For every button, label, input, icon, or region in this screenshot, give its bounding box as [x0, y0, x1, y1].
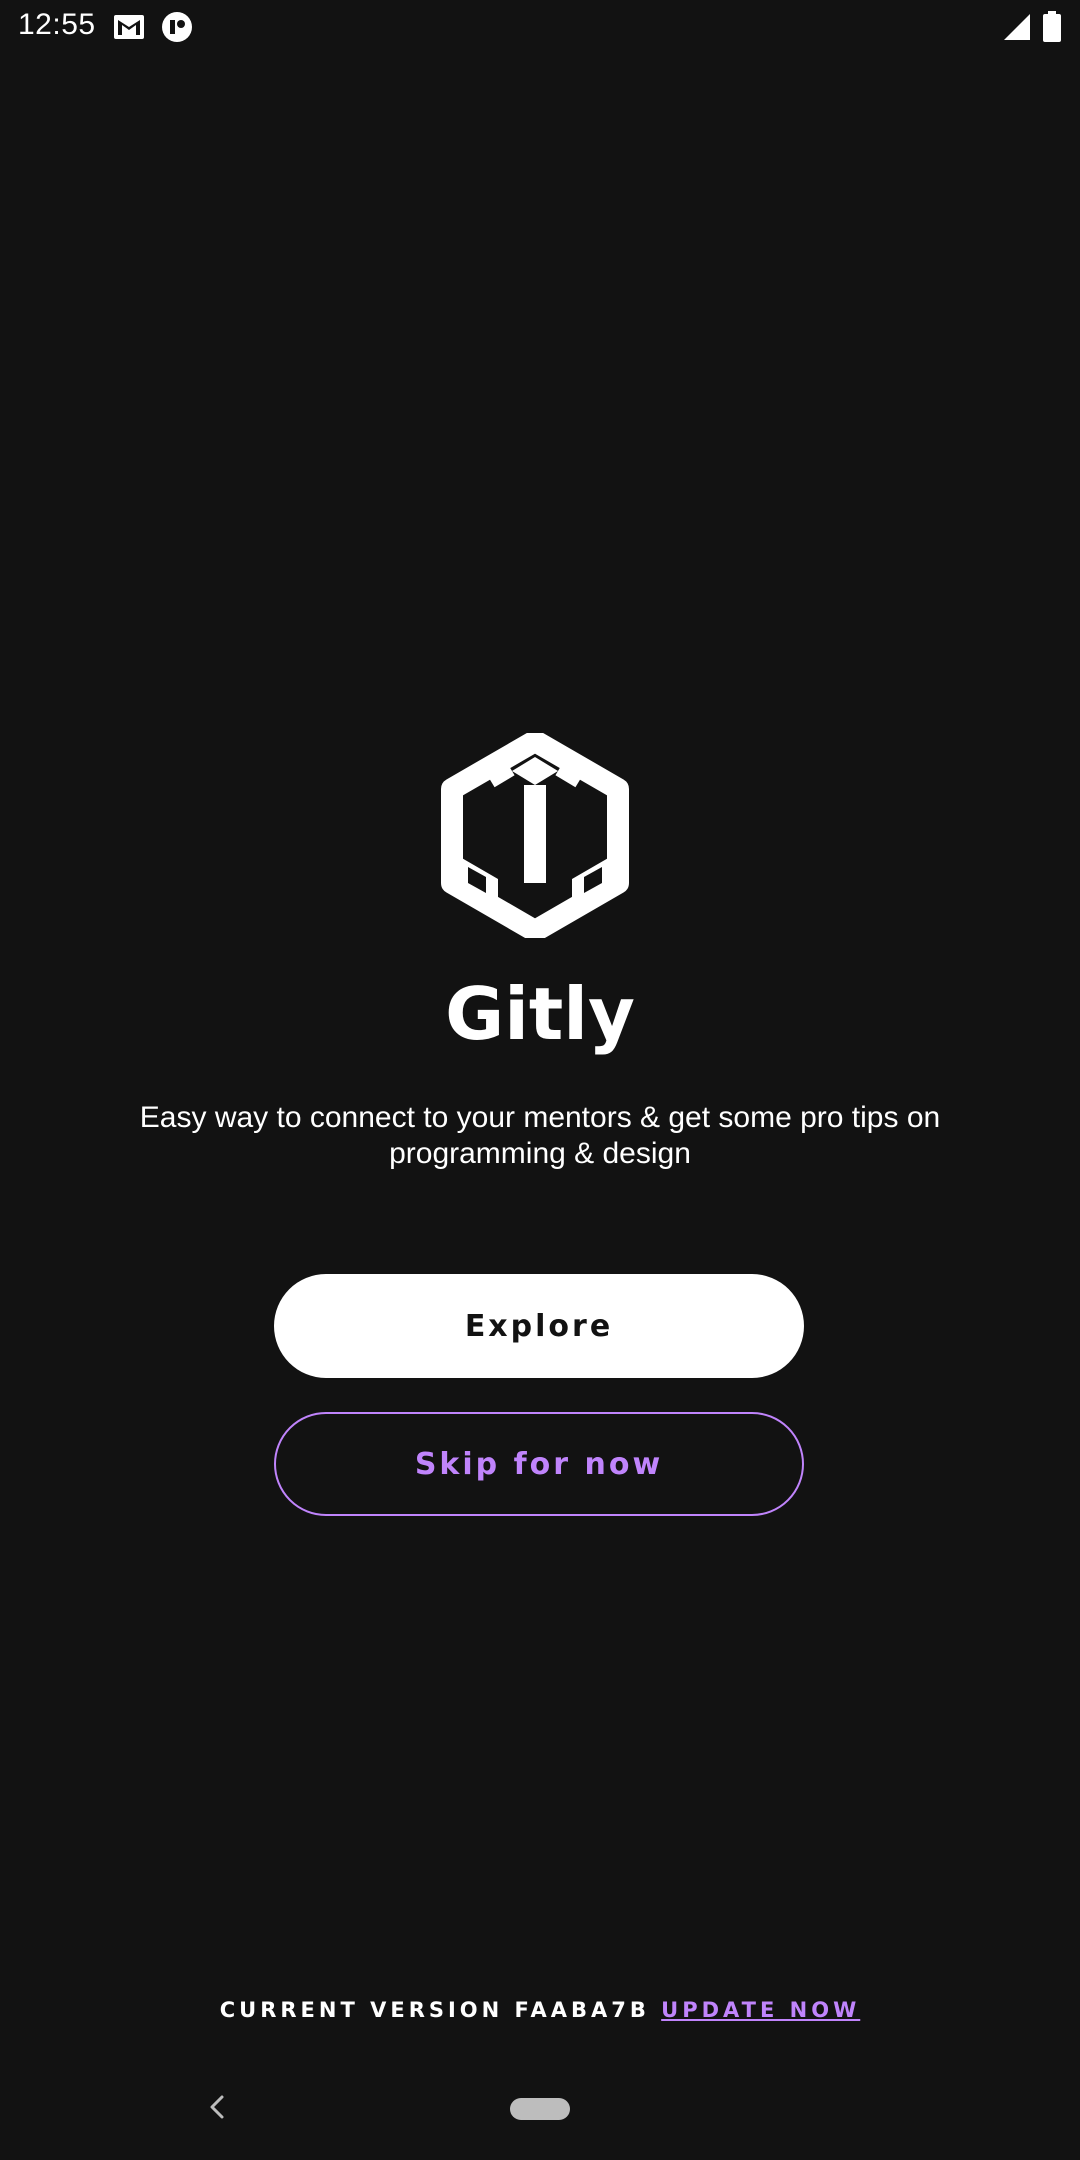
skip-for-now-button[interactable]: Skip for now [274, 1412, 804, 1516]
home-pill-icon[interactable] [510, 2098, 570, 2120]
cube-hexagon-logo-icon [440, 733, 630, 938]
explore-button[interactable]: Explore [274, 1274, 804, 1378]
status-time: 12:55 [18, 8, 96, 41]
skip-button-label: Skip for now [414, 1446, 664, 1482]
battery-icon [1040, 10, 1064, 44]
explore-button-label: Explore [464, 1308, 614, 1344]
app-notification-icon [160, 10, 194, 44]
app-tagline: Easy way to connect to your mentors & ge… [139, 1101, 941, 1170]
version-info: CURRENT VERSION FAABA7B UPDATE NOW [0, 1998, 1080, 2022]
update-now-link[interactable]: UPDATE NOW [661, 1998, 860, 2022]
signal-icon [1000, 10, 1034, 44]
back-icon[interactable] [202, 2092, 232, 2122]
status-bar: 12:55 [0, 0, 1080, 52]
app-title: Gitly [445, 972, 635, 1056]
version-text: CURRENT VERSION FAABA7B [219, 1998, 650, 2022]
gmail-icon [112, 10, 146, 44]
